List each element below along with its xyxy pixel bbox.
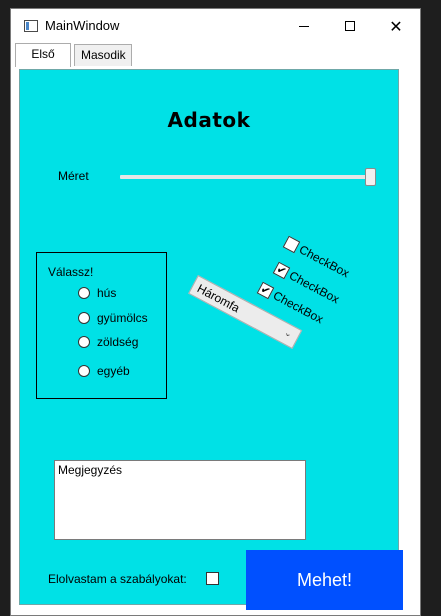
app-icon xyxy=(24,20,38,32)
submit-button[interactable]: Mehet! xyxy=(246,550,403,610)
size-slider[interactable] xyxy=(120,175,372,179)
tree-combobox[interactable]: Háromfa ⌄ xyxy=(188,275,303,349)
title-bar: MainWindow ✕ xyxy=(11,9,420,43)
radio-circle[interactable] xyxy=(78,312,90,324)
maximize-button[interactable] xyxy=(327,9,373,43)
notes-textbox[interactable]: Megjegyzés xyxy=(54,460,306,540)
radio-label: egyéb xyxy=(97,364,130,378)
combobox-value: Háromfa xyxy=(194,281,243,316)
tab-elso[interactable]: Első xyxy=(15,43,71,67)
data-panel: Adatok Méret Válassz! hús gyümölcs zölds… xyxy=(19,69,403,610)
choice-group: Válassz! hús gyümölcs zöldség egyéb xyxy=(36,252,167,399)
tab-masodik[interactable]: Masodik xyxy=(74,44,132,66)
maximize-icon xyxy=(345,21,355,31)
radio-egyeb[interactable]: egyéb xyxy=(78,363,130,379)
minimize-button[interactable] xyxy=(281,9,327,43)
radio-label: zöldség xyxy=(97,335,139,349)
close-button[interactable]: ✕ xyxy=(373,9,419,43)
choice-group-label: Válassz! xyxy=(48,265,94,279)
agree-label: Elolvastam a szabályokat: xyxy=(48,572,187,586)
radio-gyumolcs[interactable]: gyümölcs xyxy=(78,310,148,326)
radio-label: hús xyxy=(97,286,117,300)
size-slider-thumb[interactable] xyxy=(365,168,376,186)
size-label: Méret xyxy=(58,169,89,183)
tab-strip: Első Masodik xyxy=(11,43,420,67)
agree-checkbox[interactable] xyxy=(206,572,219,585)
chevron-down-icon[interactable]: ⌄ xyxy=(282,328,293,340)
window-title: MainWindow xyxy=(45,18,120,33)
radio-circle[interactable] xyxy=(78,336,90,348)
radio-label: gyümölcs xyxy=(97,311,148,325)
minimize-icon xyxy=(299,25,309,27)
main-window: MainWindow ✕ Első Masodik Adatok Méret V… xyxy=(10,8,421,616)
radio-circle[interactable] xyxy=(78,365,90,377)
radio-hus[interactable]: hús xyxy=(78,285,116,301)
close-icon: ✕ xyxy=(389,16,403,36)
radio-circle[interactable] xyxy=(78,287,90,299)
tab-content: Adatok Méret Válassz! hús gyümölcs zölds… xyxy=(13,67,418,613)
page-title: Adatok xyxy=(167,108,251,132)
radio-zoldseg[interactable]: zöldség xyxy=(78,334,138,350)
